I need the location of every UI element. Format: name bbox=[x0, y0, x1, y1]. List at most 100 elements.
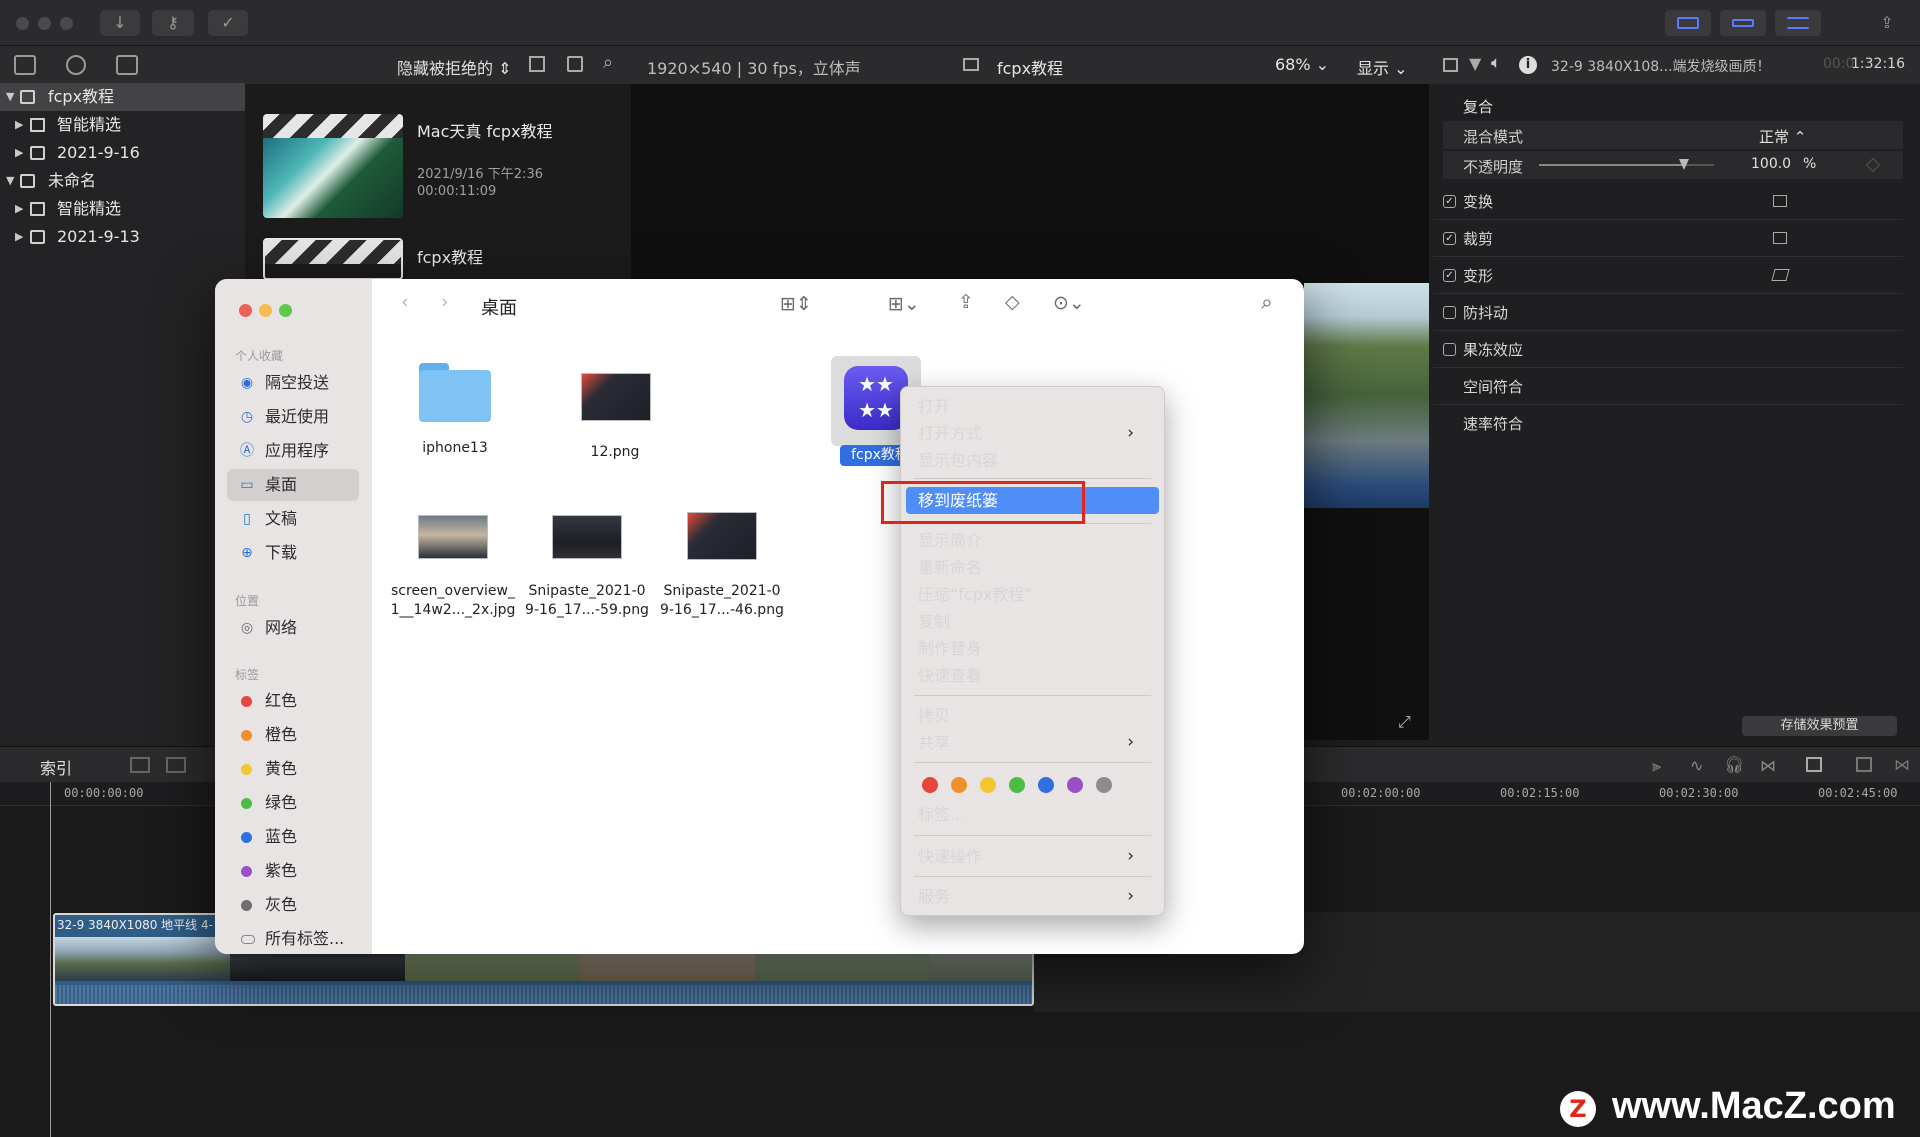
menu-tag-purple[interactable] bbox=[1067, 777, 1083, 793]
sidebar-item-applications[interactable]: Ⓐ 应用程序 bbox=[227, 435, 359, 467]
menu-item-duplicate[interactable]: 复制 bbox=[918, 608, 950, 635]
share-icon[interactable]: ⇪ bbox=[958, 291, 974, 313]
index-tab[interactable]: 索引 bbox=[40, 755, 72, 779]
sidebar-tag-blue[interactable]: 蓝色 bbox=[227, 821, 359, 853]
titles-generators-icon[interactable] bbox=[116, 55, 138, 75]
menu-item-get-info[interactable]: 显示简介 bbox=[918, 527, 982, 554]
filmstrip-view-icon[interactable] bbox=[567, 56, 583, 72]
sidebar-tag-orange[interactable]: 橙色 bbox=[227, 719, 359, 751]
forward-chevron-icon[interactable]: › bbox=[441, 291, 449, 313]
timeline-index-icon[interactable] bbox=[1856, 757, 1872, 772]
disclosure-open-icon[interactable]: ▼ bbox=[6, 167, 14, 195]
icon-view-grid-icon[interactable]: ⊞⇕ bbox=[780, 293, 812, 315]
menu-item-rename[interactable]: 重新命名 bbox=[918, 554, 982, 581]
view-options-select[interactable]: 显示 ⌄ bbox=[1357, 55, 1408, 79]
finder-zoom-button[interactable] bbox=[279, 304, 292, 317]
checkbox[interactable]: ✓ bbox=[1443, 195, 1456, 208]
menu-tag-yellow[interactable] bbox=[980, 777, 996, 793]
library-item-event-0916[interactable]: ▶ 2021-9-16 bbox=[0, 139, 245, 167]
opacity-slider[interactable] bbox=[1539, 159, 1714, 170]
finder-minimize-button[interactable] bbox=[259, 304, 272, 317]
clip-appearance-icon[interactable] bbox=[529, 56, 545, 72]
library-item-smart-collection[interactable]: ▶ 智能精选 bbox=[0, 111, 245, 139]
fullscreen-icon[interactable]: ⤢ bbox=[1398, 712, 1411, 732]
project-thumbnail[interactable] bbox=[263, 238, 403, 280]
opacity-value[interactable]: 100.0 bbox=[1751, 156, 1791, 172]
menu-item-copy[interactable]: 拷贝 bbox=[918, 702, 950, 729]
show-timeline-button[interactable] bbox=[1720, 10, 1766, 36]
audio-skimming-icon[interactable]: ⫸ bbox=[1652, 756, 1661, 776]
sidebar-item-network[interactable]: ◎ 网络 bbox=[227, 612, 359, 644]
waveform-icon[interactable]: ∿ bbox=[1690, 756, 1703, 775]
menu-item-share[interactable]: 共享 › bbox=[918, 729, 1148, 756]
transform-onscreen-icon[interactable] bbox=[1773, 195, 1787, 207]
rolling-shutter-row[interactable]: 果冻效应 bbox=[1433, 332, 1903, 368]
disclosure-open-icon[interactable]: ▼ bbox=[6, 83, 14, 111]
checkbox[interactable]: ✓ bbox=[1443, 232, 1456, 245]
folder-item[interactable] bbox=[419, 363, 491, 422]
tag-icon[interactable]: ◇ bbox=[1005, 291, 1020, 313]
sidebar-tag-green[interactable]: 绿色 bbox=[227, 787, 359, 819]
background-tasks-button[interactable]: ✓ bbox=[208, 10, 248, 36]
menu-item-compress[interactable]: 压缩“fcpx教程” bbox=[918, 581, 1033, 608]
menu-item-quick-actions[interactable]: 快速操作 › bbox=[918, 843, 1148, 870]
playhead[interactable] bbox=[50, 782, 51, 1137]
menu-tag-green[interactable] bbox=[1009, 777, 1025, 793]
menu-tag-gray[interactable] bbox=[1096, 777, 1112, 793]
crop-onscreen-icon[interactable] bbox=[1773, 232, 1787, 244]
menu-item-make-alias[interactable]: 制作替身 bbox=[918, 635, 982, 662]
window-close-button[interactable] bbox=[16, 17, 29, 30]
menu-item-open-with[interactable]: 打开方式 › bbox=[918, 420, 1148, 447]
window-minimize-button[interactable] bbox=[38, 17, 51, 30]
color-inspector-icon[interactable]: ▼ bbox=[1469, 54, 1481, 73]
image-file-thumbnail[interactable] bbox=[687, 512, 757, 560]
sidebar-tag-yellow[interactable]: 黄色 bbox=[227, 753, 359, 785]
import-button[interactable]: ↓ bbox=[100, 10, 140, 36]
insert-clip-icon[interactable] bbox=[166, 757, 186, 773]
sidebar-tag-purple[interactable]: 紫色 bbox=[227, 855, 359, 887]
show-inspector-button[interactable] bbox=[1775, 10, 1821, 36]
spatial-conform-row[interactable]: 空间符合 bbox=[1433, 369, 1903, 405]
checkbox[interactable]: ✓ bbox=[1443, 269, 1456, 282]
menu-tag-red[interactable] bbox=[922, 777, 938, 793]
group-by-icon[interactable]: ⊞⌄ bbox=[888, 293, 920, 315]
search-icon[interactable]: ⌕ bbox=[1261, 290, 1273, 315]
sidebar-tag-red[interactable]: 红色 bbox=[227, 685, 359, 717]
menu-tag-orange[interactable] bbox=[951, 777, 967, 793]
distort-row[interactable]: ✓ 变形 bbox=[1433, 258, 1903, 294]
sidebar-item-airdrop[interactable]: ◉ 隔空投送 bbox=[227, 367, 359, 399]
clip-filter-select[interactable]: 隐藏被拒绝的 ⇕ bbox=[397, 55, 512, 79]
zoom-select[interactable]: 68% ⌄ bbox=[1275, 55, 1329, 74]
sidebar-all-tags[interactable]: 所有标签... bbox=[227, 923, 359, 954]
menu-item-tags[interactable]: 标签... bbox=[918, 801, 965, 828]
video-inspector-icon[interactable] bbox=[1443, 58, 1458, 72]
menu-item-open[interactable]: 打开 bbox=[918, 393, 950, 420]
checkbox[interactable] bbox=[1443, 343, 1456, 356]
connect-clip-icon[interactable] bbox=[130, 757, 150, 773]
image-file-thumbnail[interactable] bbox=[581, 373, 651, 421]
clapper-icon[interactable] bbox=[14, 55, 36, 75]
share-button[interactable]: ⇪ bbox=[1870, 10, 1904, 36]
library-item-fcpx[interactable]: ▼ fcpx教程 bbox=[0, 83, 245, 111]
disclosure-closed-icon[interactable]: ▶ bbox=[15, 223, 23, 251]
app-icon-stars[interactable]: ★★ ★★ bbox=[844, 366, 908, 430]
disclosure-closed-icon[interactable]: ▶ bbox=[15, 111, 23, 139]
sidebar-item-downloads[interactable]: ⊕ 下载 bbox=[227, 537, 359, 569]
effects-browser-icon[interactable]: ⋈ bbox=[1894, 755, 1910, 774]
menu-item-quick-look[interactable]: 快速查看 bbox=[918, 662, 982, 689]
crop-row[interactable]: ✓ 裁剪 bbox=[1433, 221, 1903, 257]
menu-tag-blue[interactable] bbox=[1038, 777, 1054, 793]
sidebar-tag-gray[interactable]: 灰色 bbox=[227, 889, 359, 921]
checkbox[interactable] bbox=[1443, 306, 1456, 319]
distort-onscreen-icon[interactable] bbox=[1771, 269, 1790, 281]
sidebar-item-desktop[interactable]: ▭ 桌面 bbox=[227, 469, 359, 501]
window-zoom-button[interactable] bbox=[60, 17, 73, 30]
sidebar-item-documents[interactable]: ▯ 文稿 bbox=[227, 503, 359, 535]
clip-appearance-icon[interactable] bbox=[1806, 757, 1822, 772]
headphones-icon[interactable]: 🎧︎ bbox=[1724, 755, 1744, 774]
audio-speaker-icon[interactable]: 🔈︎ bbox=[1491, 53, 1501, 73]
snapping-icon[interactable]: ⋈ bbox=[1760, 756, 1776, 775]
more-actions-icon[interactable]: ⊙⌄ bbox=[1053, 292, 1085, 314]
menu-item-show-package[interactable]: 显示包内容 bbox=[918, 447, 998, 474]
save-effects-preset-button[interactable]: 存储效果预置 bbox=[1742, 716, 1897, 736]
